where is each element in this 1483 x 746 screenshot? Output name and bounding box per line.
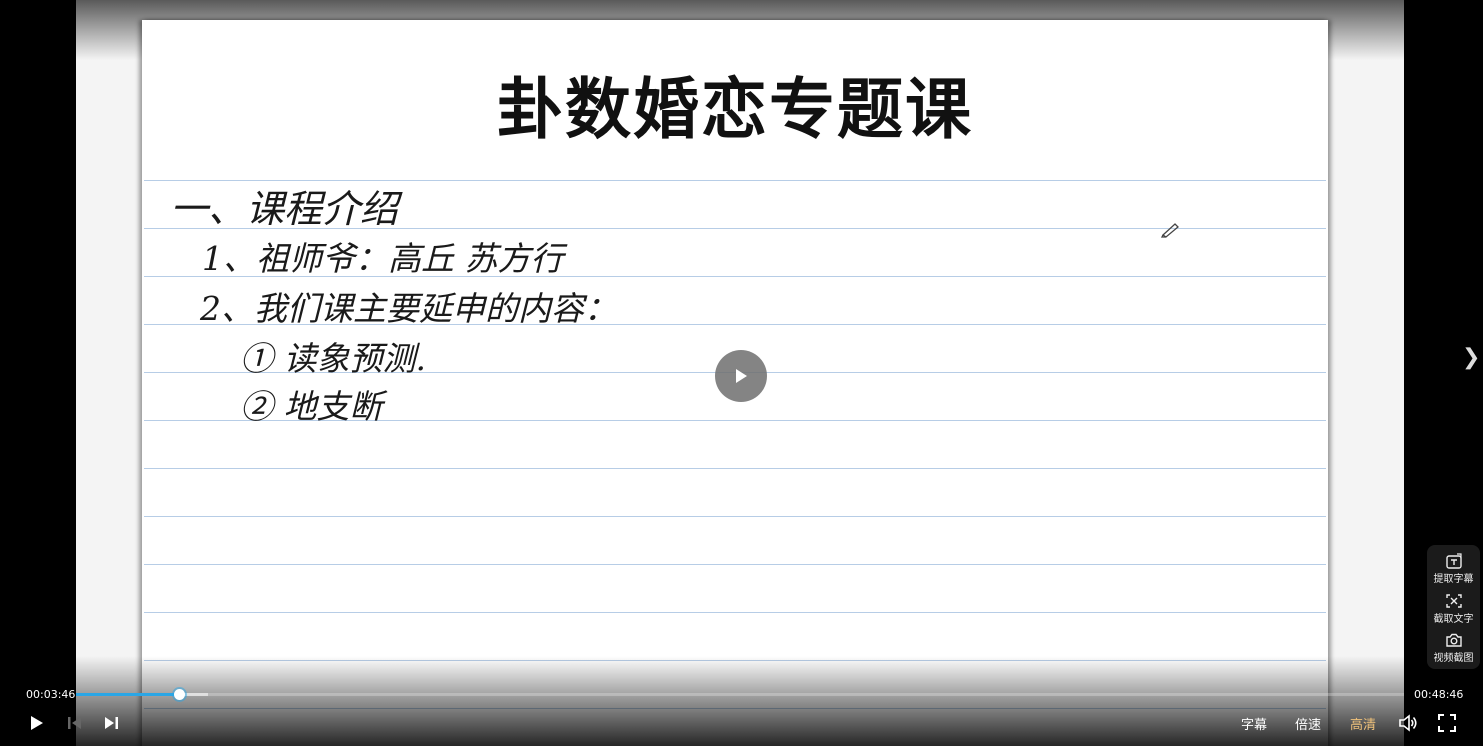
progress-thumb[interactable] [173, 689, 185, 700]
video-screenshot-label: 视频截图 [1433, 653, 1474, 664]
play-button[interactable] [26, 710, 46, 736]
subtitle-button[interactable]: 字幕 [1241, 710, 1267, 736]
progress-bar[interactable] [76, 689, 1404, 700]
capture-text-button[interactable]: 截取文字 [1427, 593, 1480, 625]
extract-subtitle-icon [1445, 553, 1462, 569]
big-play-button[interactable] [715, 350, 767, 402]
play-icon [736, 369, 747, 383]
extract-subtitles-button[interactable]: 提取字幕 [1427, 553, 1480, 585]
quality-button[interactable]: 高清 [1350, 710, 1376, 736]
camera-icon [1445, 633, 1462, 647]
total-time: 00:48:46 [1414, 688, 1464, 701]
handwritten-line-3: ① 读象预测. [240, 339, 426, 378]
volume-button[interactable] [1397, 710, 1419, 736]
next-icon [105, 717, 118, 729]
ruled-line [144, 564, 1326, 565]
chevron-right-icon[interactable]: ❯ [1462, 345, 1480, 370]
speed-button[interactable]: 倍速 [1295, 710, 1321, 736]
current-time: 00:03:46 [26, 688, 76, 701]
video-screenshot-button[interactable]: 视频截图 [1427, 632, 1480, 664]
capture-text-icon [1445, 594, 1462, 608]
volume-icon [1399, 714, 1417, 732]
previous-icon [68, 717, 81, 729]
extract-subtitles-label: 提取字幕 [1433, 574, 1474, 585]
previous-button[interactable] [64, 710, 84, 736]
side-tools-panel: 提取字幕 截取文字 视频截图 [1427, 545, 1480, 669]
handwritten-line-1: 1、祖师爷：高丘 苏方行 [202, 239, 564, 278]
handwritten-line-4: ② 地支断 [240, 387, 383, 426]
slide-title: 卦数婚恋专题课 [497, 71, 973, 148]
ruled-line [144, 468, 1326, 469]
ruled-line [144, 516, 1326, 517]
fullscreen-icon [1438, 714, 1456, 732]
handwritten-heading: 一、课程介绍 [170, 187, 399, 231]
progress-fill [76, 693, 179, 696]
next-button[interactable] [102, 710, 122, 736]
handwritten-line-2: 2、我们课主要延申的内容： [200, 289, 617, 328]
fullscreen-button[interactable] [1437, 710, 1457, 736]
capture-text-label: 截取文字 [1433, 614, 1474, 625]
pencil-icon [1160, 223, 1179, 238]
play-icon [31, 716, 43, 730]
ruled-line [144, 612, 1326, 613]
controls-shade [76, 656, 1404, 746]
